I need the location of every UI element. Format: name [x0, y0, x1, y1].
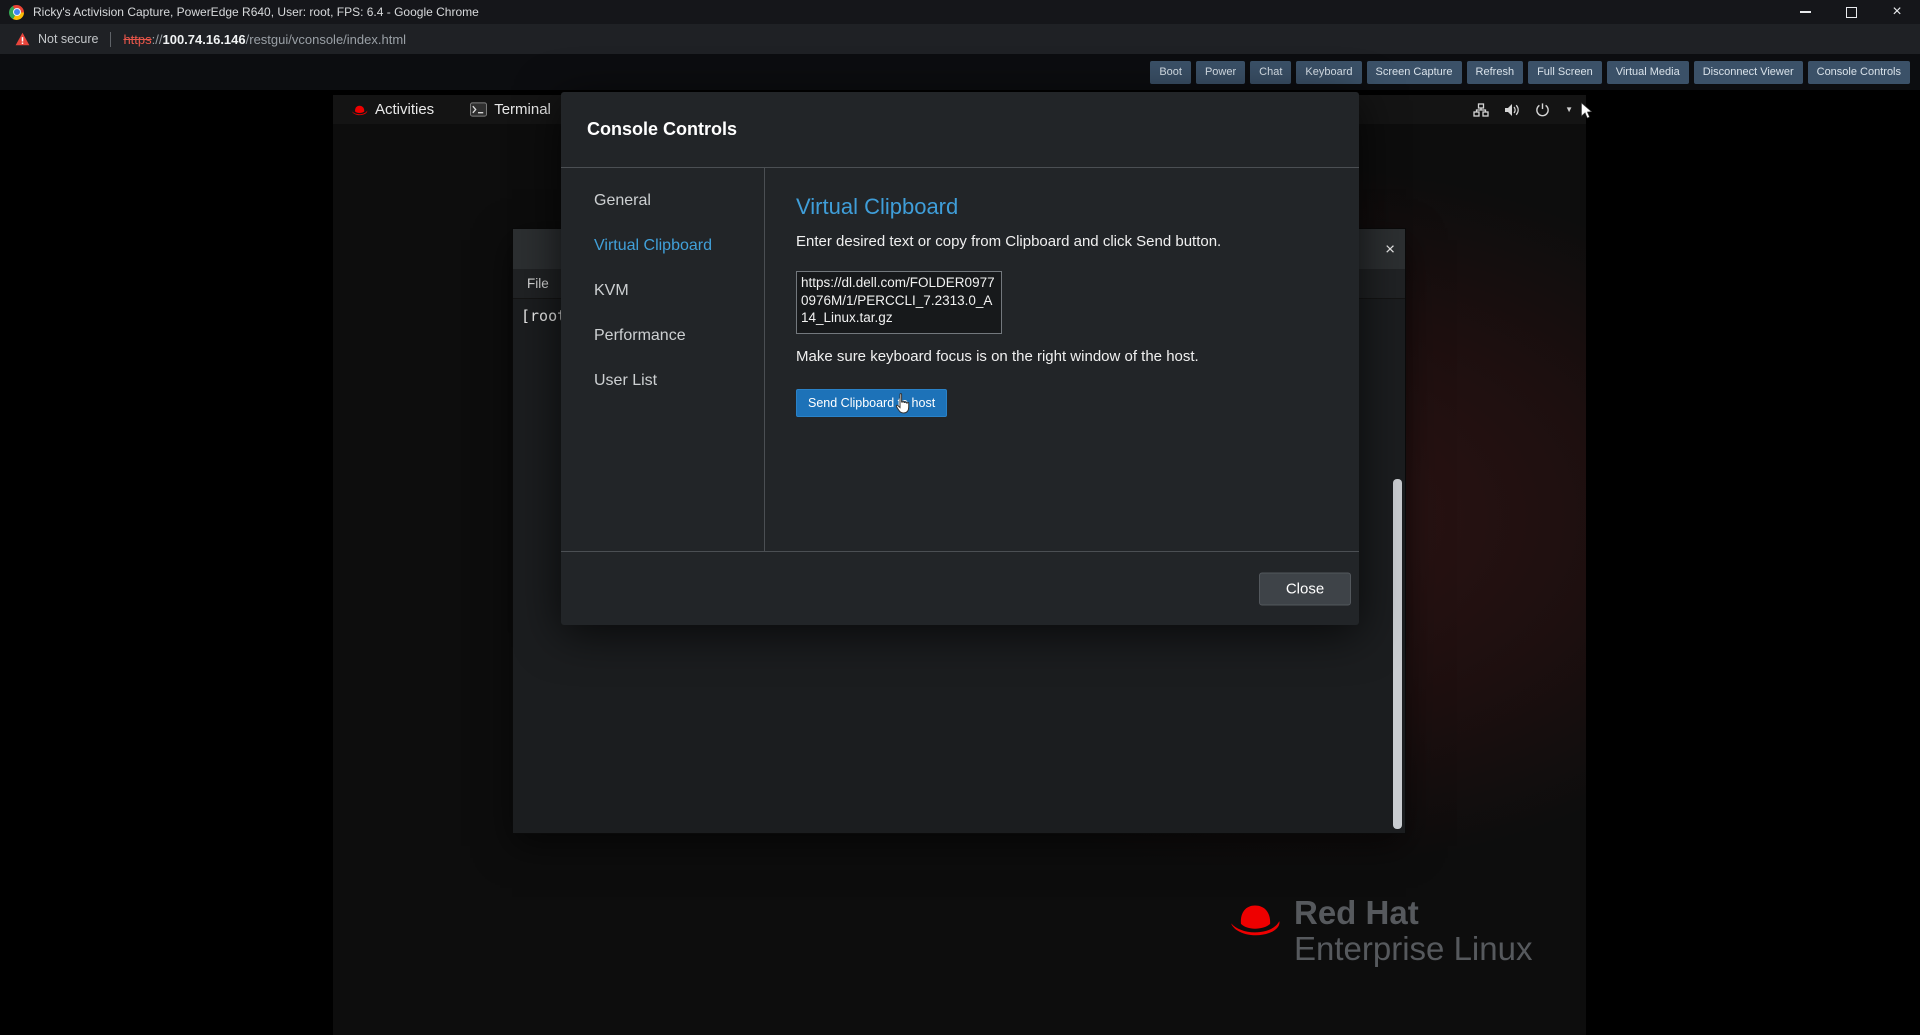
maximize-button[interactable]: [1828, 0, 1874, 24]
terminal-scrollbar[interactable]: [1393, 479, 1402, 829]
virtual-clipboard-panel: Virtual Clipboard Enter desired text or …: [765, 168, 1359, 551]
toolbar-button-virtual-media[interactable]: Virtual Media: [1607, 61, 1689, 84]
send-clipboard-button[interactable]: Send Clipboard to host: [796, 389, 947, 417]
terminal-app-label: Terminal: [494, 101, 551, 118]
titlebar: Ricky's Activision Capture, PowerEdge R6…: [0, 0, 1920, 24]
url-divider: [110, 32, 111, 47]
clipboard-instruction: Enter desired text or copy from Clipboar…: [796, 233, 1359, 250]
browser-window: Ricky's Activision Capture, PowerEdge R6…: [0, 0, 1920, 1035]
toolbar-button-boot[interactable]: Boot: [1150, 61, 1191, 84]
power-icon[interactable]: [1535, 102, 1550, 117]
remote-viewport: Activities Terminal: [0, 90, 1920, 1035]
toolbar-button-console-controls[interactable]: Console Controls: [1808, 61, 1910, 84]
nav-item-kvm[interactable]: KVM: [561, 268, 764, 313]
window-close-button[interactable]: ×: [1874, 0, 1920, 24]
minimize-button[interactable]: [1782, 0, 1828, 24]
minimize-icon: [1800, 11, 1811, 12]
rhel-wallpaper-logo: Red Hat Enterprise Linux: [1228, 895, 1532, 967]
url-separator: ://: [152, 32, 163, 47]
rhel-logo-line1: Red Hat: [1294, 895, 1532, 931]
system-tray: ▼: [1473, 102, 1573, 117]
dialog-body: General Virtual Clipboard KVM Performanc…: [561, 168, 1359, 551]
nav-item-virtual-clipboard[interactable]: Virtual Clipboard: [561, 223, 764, 268]
toolbar-button-full-screen[interactable]: Full Screen: [1528, 61, 1602, 84]
address-text: https://100.74.16.146/restgui/vconsole/i…: [123, 32, 406, 47]
not-secure-label: Not secure: [38, 32, 98, 46]
maximize-icon: [1846, 7, 1857, 18]
toolbar-button-chat[interactable]: Chat: [1250, 61, 1291, 84]
nav-item-general[interactable]: General: [561, 178, 764, 223]
nav-item-user-list[interactable]: User List: [561, 358, 764, 403]
url-host: 100.74.16.146: [162, 32, 245, 47]
panel-heading: Virtual Clipboard: [796, 194, 1359, 220]
toolbar-button-keyboard[interactable]: Keyboard: [1296, 61, 1361, 84]
terminal-app-menu[interactable]: Terminal: [470, 101, 551, 118]
toolbar-button-power[interactable]: Power: [1196, 61, 1245, 84]
terminal-menu-file[interactable]: File: [527, 276, 549, 291]
toolbar-button-disconnect-viewer[interactable]: Disconnect Viewer: [1694, 61, 1803, 84]
url-bar[interactable]: Not secure https://100.74.16.146/restgui…: [0, 24, 1920, 54]
clipboard-textarea[interactable]: https://dl.dell.com/FOLDER09770976M/1/PE…: [796, 271, 1002, 334]
volume-icon[interactable]: [1504, 103, 1520, 117]
dialog-footer: Close: [561, 551, 1359, 625]
rhel-logo-text: Red Hat Enterprise Linux: [1294, 895, 1532, 967]
url-scheme: https: [123, 32, 151, 47]
close-icon: ×: [1892, 4, 1901, 20]
window-title: Ricky's Activision Capture, PowerEdge R6…: [33, 5, 479, 19]
warning-icon: [15, 32, 30, 46]
activities-menu[interactable]: Activities: [351, 101, 434, 118]
dialog-title: Console Controls: [561, 92, 1359, 168]
console-controls-dialog: Console Controls General Virtual Clipboa…: [561, 92, 1359, 625]
nav-item-performance[interactable]: Performance: [561, 313, 764, 358]
window-controls: ×: [1782, 0, 1920, 24]
network-icon[interactable]: [1473, 103, 1489, 117]
redhat-icon: [351, 104, 368, 116]
toolbar-button-screen-capture[interactable]: Screen Capture: [1367, 61, 1462, 84]
dialog-close-button[interactable]: Close: [1259, 572, 1351, 605]
clipboard-note: Make sure keyboard focus is on the right…: [796, 348, 1359, 365]
rhel-logo-line2: Enterprise Linux: [1294, 931, 1532, 967]
chevron-down-icon[interactable]: ▼: [1565, 105, 1573, 114]
redhat-hat-icon: [1228, 899, 1282, 939]
toolbar-button-refresh[interactable]: Refresh: [1467, 61, 1524, 84]
url-path: /restgui/vconsole/index.html: [246, 32, 406, 47]
activities-label: Activities: [375, 101, 434, 118]
console-toolbar: Boot Power Chat Keyboard Screen Capture …: [0, 54, 1920, 90]
chrome-icon: [9, 5, 24, 20]
terminal-icon: [470, 102, 487, 117]
remote-mouse-cursor: [1580, 102, 1593, 125]
terminal-close-button[interactable]: ×: [1385, 241, 1395, 258]
dialog-nav: General Virtual Clipboard KVM Performanc…: [561, 168, 765, 551]
terminal-prompt: [root: [521, 307, 566, 325]
